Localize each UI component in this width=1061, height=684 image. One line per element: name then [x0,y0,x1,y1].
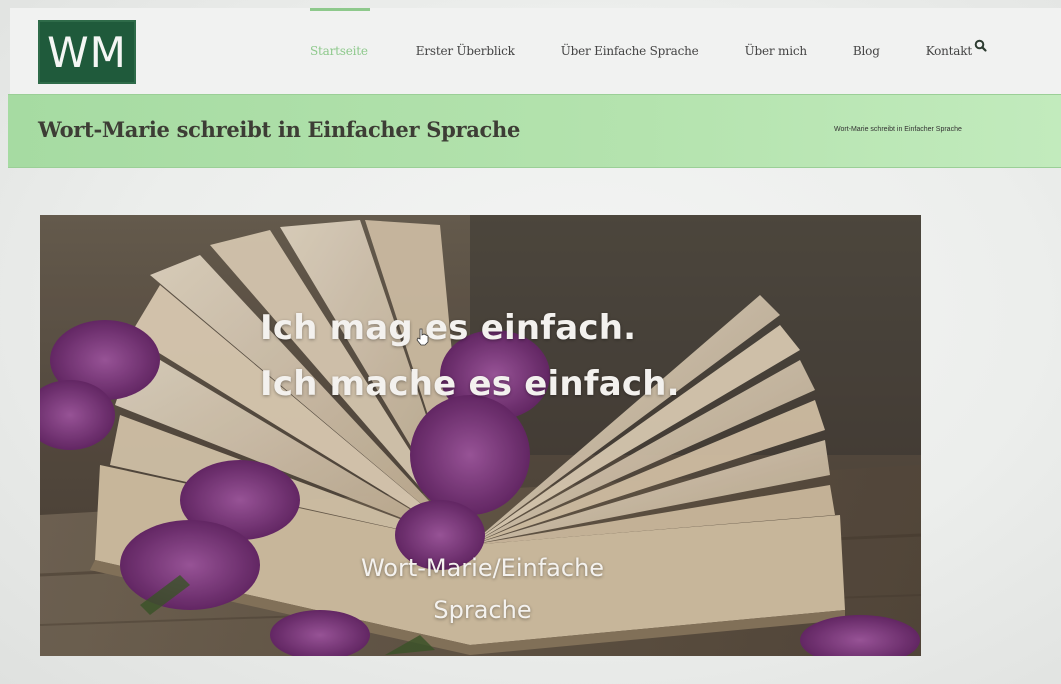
page-title: Wort-Marie schreibt in Einfacher Sprache [38,117,521,142]
hero-headline: Ich mag es einfach. Ich mache es einfach… [260,300,680,412]
nav-item-ueber-einfache-sprache[interactable]: Über Einfache Sprache [551,8,709,94]
hero-subline-line-2: Sprache [433,596,532,624]
page-title-bar: Wort-Marie schreibt in Einfacher Sprache… [8,94,1061,168]
site-header: WM Startseite Erster Überblick Über Einf… [10,8,1061,94]
hero-headline-line-2: Ich mache es einfach. [260,364,680,404]
screen: WM Startseite Erster Überblick Über Einf… [0,0,1061,684]
nav-item-blog[interactable]: Blog [843,8,890,94]
hero-headline-line-1: Ich mag es einfach. [260,308,637,348]
hero-subline-line-1: Wort-Marie/Einfache [360,554,605,582]
hero-subline: Wort-Marie/Einfache Sprache [310,547,655,631]
nav-item-startseite[interactable]: Startseite [300,8,380,94]
search-icon[interactable] [974,38,990,54]
breadcrumb[interactable]: Wort-Marie schreibt in Einfacher Sprache [834,126,962,133]
main-nav: Startseite Erster Überblick Über Einfach… [300,8,982,94]
nav-item-kontakt[interactable]: Kontakt [916,8,982,94]
nav-item-erster-ueberblick[interactable]: Erster Überblick [406,8,525,94]
nav-item-ueber-mich[interactable]: Über mich [735,8,817,94]
hero-image: Ich mag es einfach. Ich mache es einfach… [40,215,921,656]
site-logo[interactable]: WM [38,20,136,84]
